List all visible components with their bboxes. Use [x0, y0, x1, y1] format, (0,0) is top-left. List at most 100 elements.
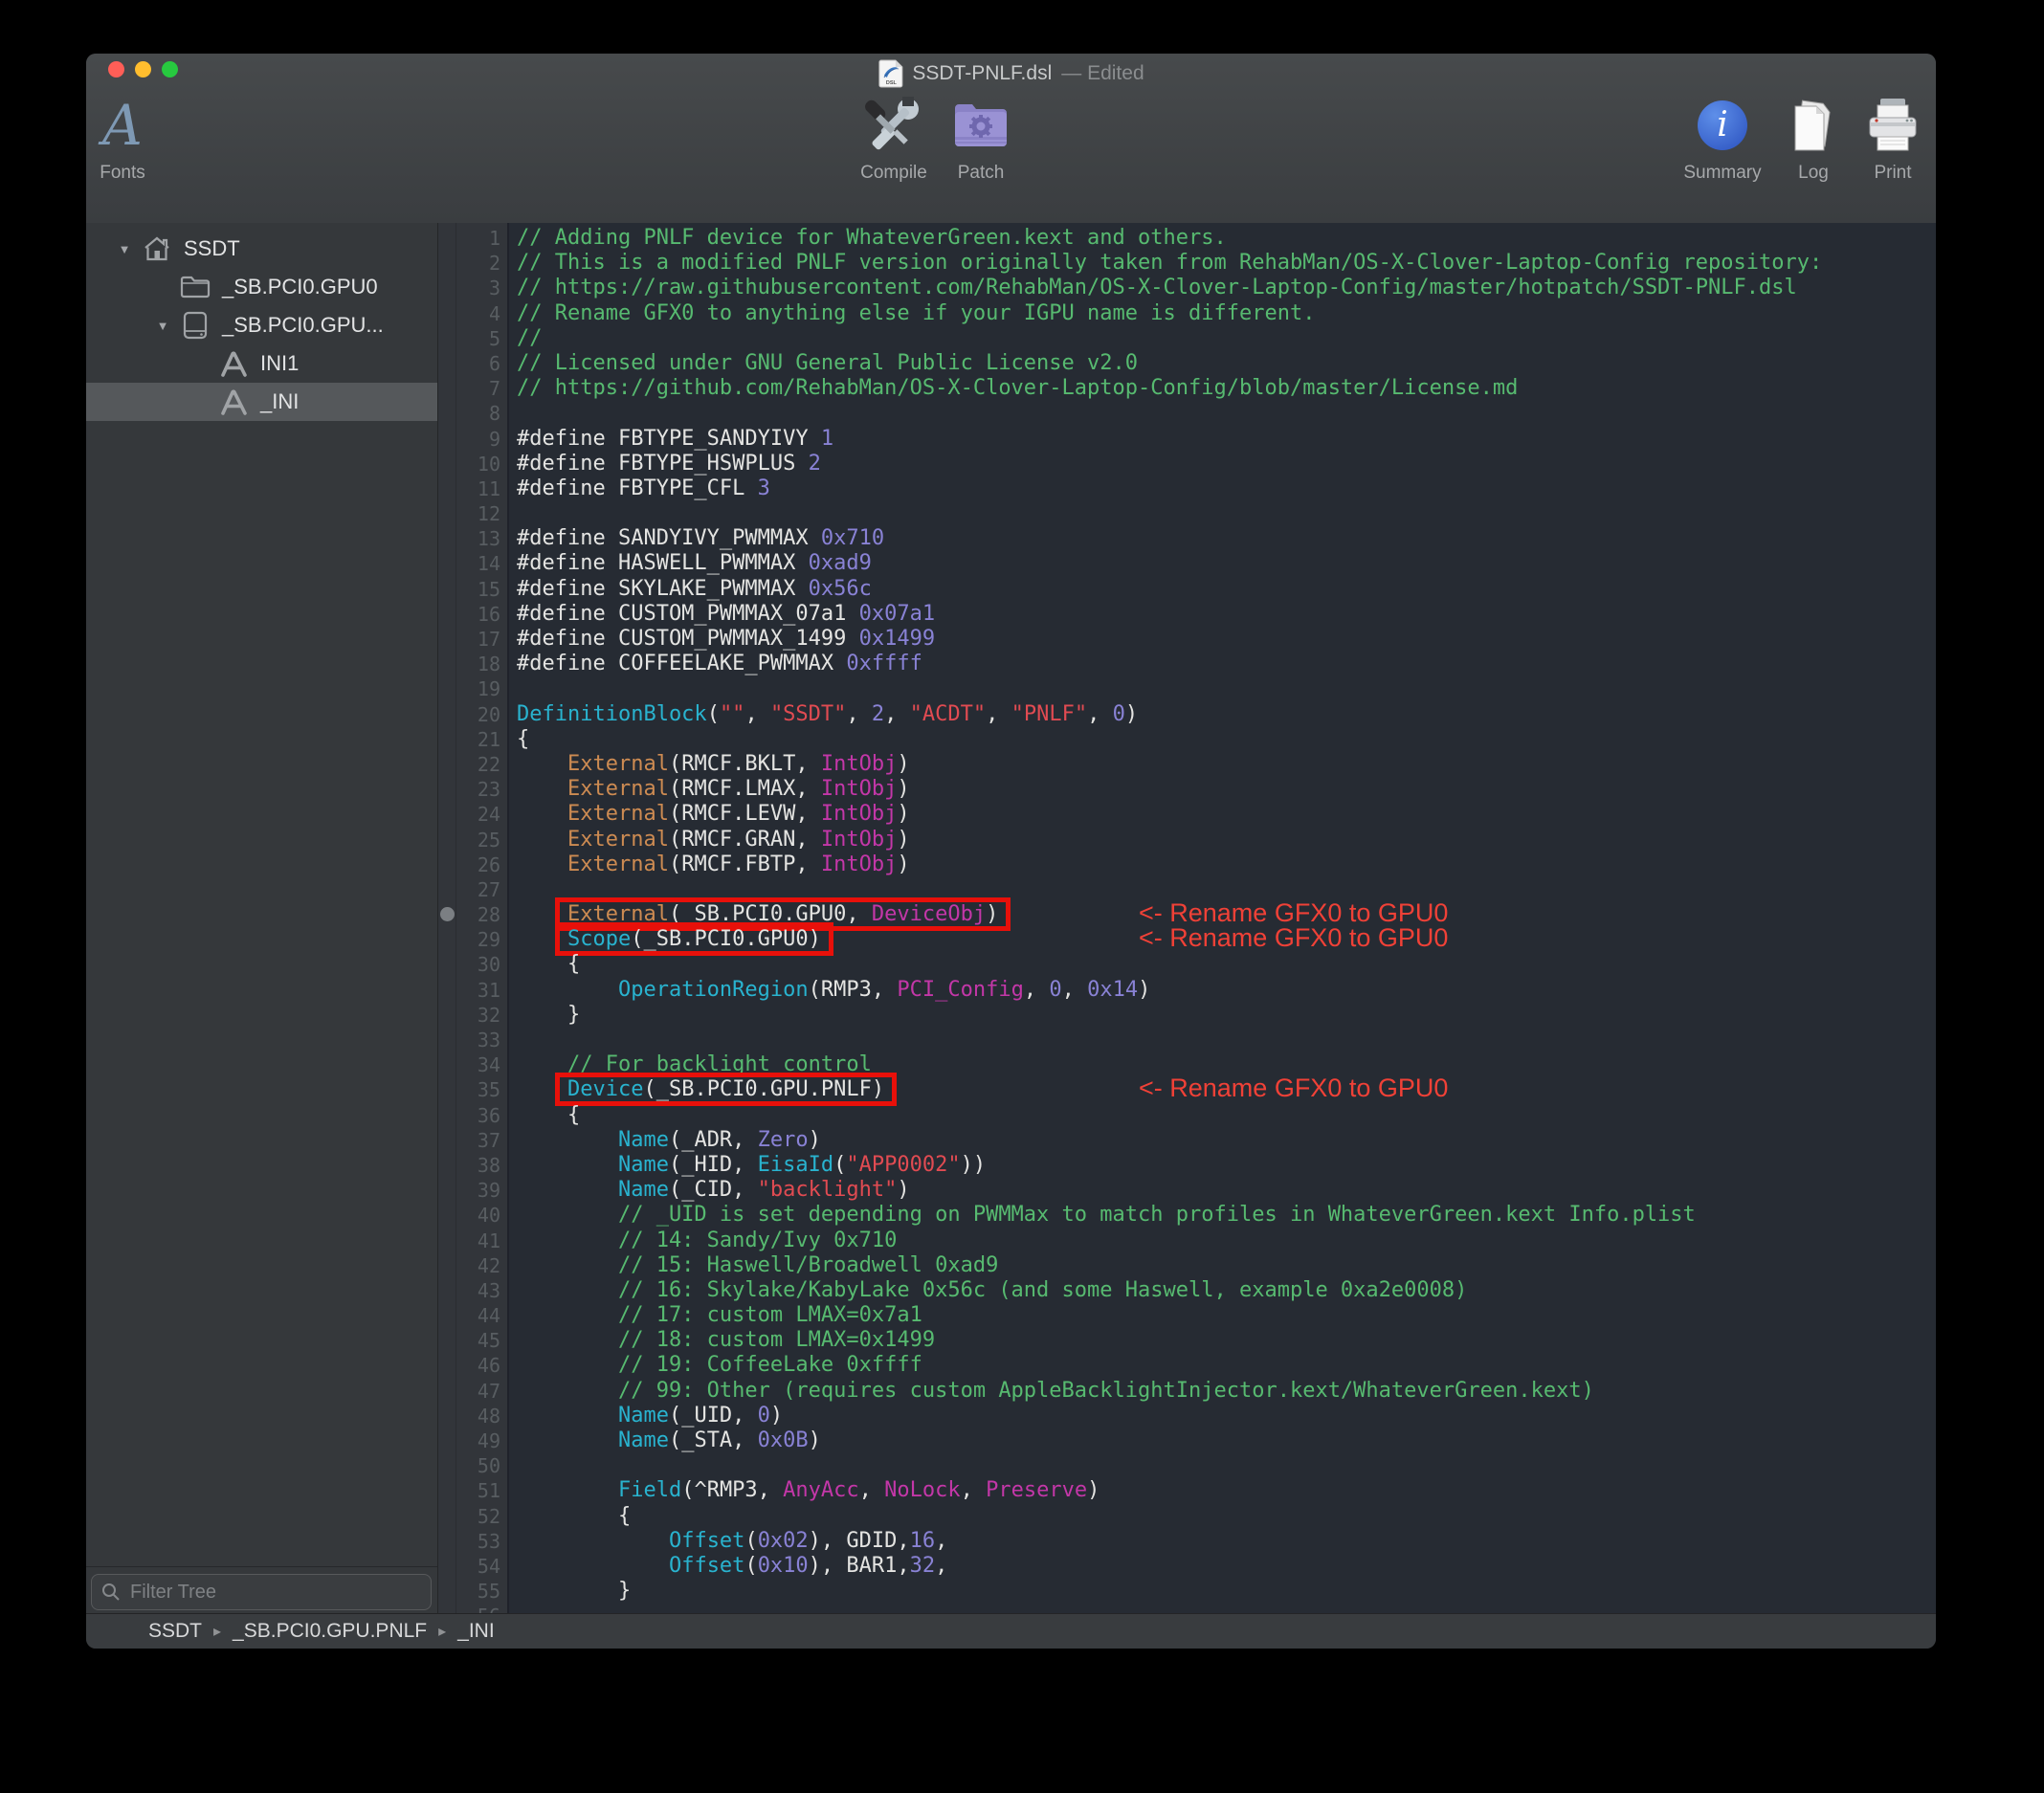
code-text[interactable]: // Adding PNLF device for WhateverGreen.… [509, 223, 1936, 1613]
code-line-25[interactable]: External(RMCF.GRAN, IntObj) [517, 828, 1936, 852]
navigator-sidebar: ▼ SSDT _SB.PCI0.GPU0 ▼ _SB.PCI0.GPU... INI1 _I… [86, 223, 438, 1613]
code-line-5[interactable]: // [517, 326, 1936, 351]
code-line-48[interactable]: Name(_UID, 0) [517, 1404, 1936, 1428]
breadcrumb-separator-icon: ▸ [213, 1624, 222, 1640]
code-line-49[interactable]: Name(_STA, 0x0B) [517, 1428, 1936, 1453]
zoom-button[interactable] [162, 61, 178, 77]
code-line-42[interactable]: // 15: Haswell/Broadwell 0xad9 [517, 1253, 1936, 1278]
code-line-50[interactable] [517, 1453, 1936, 1478]
code-line-11[interactable]: #define FBTYPE_CFL 3 [517, 476, 1936, 501]
code-line-23[interactable]: External(RMCF.LMAX, IntObj) [517, 777, 1936, 802]
code-line-33[interactable] [517, 1028, 1936, 1052]
code-editor[interactable]: 1 2 3 4 5 6 7 8 9 10 11 12 13 14 15 16 17 18 19 20 21 22 23 24 2… [438, 223, 1936, 1613]
tree-item--sb-pci0-gpu0[interactable]: _SB.PCI0.GPU0 [86, 268, 437, 306]
code-line-24[interactable]: External(RMCF.LEVW, IntObj) [517, 802, 1936, 827]
disclosure-triangle-icon[interactable]: ▼ [107, 242, 142, 256]
code-line-35[interactable]: Device(_SB.PCI0.GPU.PNLF) <- Rename GFX0 … [517, 1073, 1936, 1107]
code-line-22[interactable]: External(RMCF.BKLT, IntObj) [517, 752, 1936, 777]
close-button[interactable] [108, 61, 124, 77]
line-number: 28 [477, 903, 500, 927]
tree-item-label: _INI [260, 389, 300, 413]
line-number: 53 [477, 1529, 500, 1553]
code-line-38[interactable]: Name(_HID, EisaId("APP0002")) [517, 1153, 1936, 1178]
line-number: 25 [477, 828, 500, 852]
code-line-53[interactable]: Offset(0x02), GDID,16, [517, 1529, 1936, 1554]
fonts-button[interactable]: A Fonts [86, 94, 161, 184]
code-line-2[interactable]: // This is a modified PNLF version origi… [517, 251, 1936, 276]
code-line-16[interactable]: #define CUSTOM_PWMMAX_07a1 0x07a1 [517, 602, 1936, 627]
code-line-40[interactable]: // _UID is set depending on PWMMax to ma… [517, 1203, 1936, 1228]
filter-tree-input[interactable] [128, 1580, 421, 1605]
line-number: 40 [477, 1204, 500, 1228]
code-line-54[interactable]: Offset(0x10), BAR1,32, [517, 1554, 1936, 1579]
print-button[interactable]: Print [1840, 94, 1936, 184]
code-line-20[interactable]: DefinitionBlock("", "SSDT", 2, "ACDT", "… [517, 702, 1936, 727]
code-line-21[interactable]: { [517, 727, 1936, 752]
line-number: 44 [477, 1304, 500, 1328]
breadcrumb-item[interactable]: SSDT [148, 1620, 202, 1643]
code-line-13[interactable]: #define SANDYIVY_PWMMAX 0x710 [517, 526, 1936, 551]
title-filename: SSDT-PNLF.dsl [912, 62, 1053, 84]
code-line-19[interactable] [517, 676, 1936, 701]
device-icon [180, 310, 211, 341]
line-number: 41 [477, 1229, 500, 1252]
code-line-17[interactable]: #define CUSTOM_PWMMAX_1499 0x1499 [517, 627, 1936, 652]
code-line-32[interactable]: } [517, 1003, 1936, 1028]
code-line-10[interactable]: #define FBTYPE_HSWPLUS 2 [517, 452, 1936, 476]
code-line-43[interactable]: // 16: Skylake/KabyLake 0x56c (and some … [517, 1278, 1936, 1303]
breadcrumb-item[interactable]: _INI [457, 1620, 495, 1643]
code-line-44[interactable]: // 17: custom LMAX=0x7a1 [517, 1303, 1936, 1328]
code-line-4[interactable]: // Rename GFX0 to anything else if your … [517, 301, 1936, 326]
code-line-52[interactable]: { [517, 1504, 1936, 1529]
line-number: 5 [488, 326, 500, 350]
code-line-55[interactable]: } [517, 1579, 1936, 1604]
disclosure-triangle-icon[interactable]: ▼ [145, 319, 180, 333]
code-line-9[interactable]: #define FBTYPE_SANDYIVY 1 [517, 427, 1936, 452]
code-line-45[interactable]: // 18: custom LMAX=0x1499 [517, 1328, 1936, 1353]
code-line-26[interactable]: External(RMCF.FBTP, IntObj) [517, 852, 1936, 877]
patch-icon [951, 94, 1011, 157]
code-line-18[interactable]: #define COFFEELAKE_PWMMAX 0xffff [517, 652, 1936, 676]
line-number: 37 [477, 1128, 500, 1152]
code-line-6[interactable]: // Licensed under GNU General Public Lic… [517, 351, 1936, 376]
line-number: 13 [477, 527, 500, 551]
line-number: 16 [477, 602, 500, 626]
code-line-7[interactable]: // https://github.com/RehabMan/OS-X-Clov… [517, 376, 1936, 401]
tree-item-ssdt[interactable]: ▼ SSDT [86, 230, 437, 268]
code-line-3[interactable]: // https://raw.githubusercontent.com/Reh… [517, 276, 1936, 300]
code-line-37[interactable]: Name(_ADR, Zero) [517, 1128, 1936, 1153]
code-line-46[interactable]: // 19: CoffeeLake 0xffff [517, 1353, 1936, 1378]
tree-item-label: _SB.PCI0.GPU0 [222, 275, 378, 299]
code-line-8[interactable] [517, 401, 1936, 426]
tree-item-ini1[interactable]: INI1 [86, 344, 437, 383]
minimize-button[interactable] [135, 61, 151, 77]
summary-button[interactable]: i Summary [1670, 94, 1775, 184]
code-line-31[interactable]: OperationRegion(RMP3, PCI_Config, 0, 0x1… [517, 978, 1936, 1003]
code-line-51[interactable]: Field(^RMP3, AnyAcc, NoLock, Preserve) [517, 1478, 1936, 1503]
line-number-gutter: 1 2 3 4 5 6 7 8 9 10 11 12 13 14 15 16 17 18 19 20 21 22 23 24 2… [456, 223, 509, 1613]
breadcrumb-item[interactable]: _SB.PCI0.GPU.PNLF [233, 1620, 427, 1643]
code-line-12[interactable] [517, 501, 1936, 526]
line-number: 23 [477, 778, 500, 802]
code-line-14[interactable]: #define HASWELL_PWMMAX 0xad9 [517, 551, 1936, 576]
line-number: 26 [477, 852, 500, 876]
code-line-36[interactable]: { [517, 1103, 1936, 1128]
line-number: 10 [477, 452, 500, 476]
patch-button[interactable]: Patch [928, 94, 1033, 184]
code-line-39[interactable]: Name(_CID, "backlight") [517, 1178, 1936, 1203]
tree-item--sb-pci0-gpu-[interactable]: ▼ _SB.PCI0.GPU... [86, 306, 437, 344]
code-line-30[interactable]: { [517, 952, 1936, 977]
code-line-15[interactable]: #define SKYLAKE_PWMMAX 0x56c [517, 577, 1936, 602]
code-line-41[interactable]: // 14: Sandy/Ivy 0x710 [517, 1229, 1936, 1253]
line-number: 17 [477, 628, 500, 651]
filter-tree-box[interactable] [91, 1574, 432, 1610]
line-number: 30 [477, 953, 500, 977]
tree-item--ini[interactable]: _INI [86, 383, 437, 421]
code-line-1[interactable]: // Adding PNLF device for WhateverGreen.… [517, 226, 1936, 251]
code-line-47[interactable]: // 99: Other (requires custom AppleBackl… [517, 1379, 1936, 1404]
code-line-29[interactable]: Scope(_SB.PCI0.GPU0) <- Rename GFX0 to GP… [517, 922, 1936, 957]
line-number: 49 [477, 1429, 500, 1452]
home-icon [142, 233, 172, 264]
window-chrome: DSL SSDT-PNLF.dsl — Edited A Fonts Compi… [86, 54, 1936, 224]
code-line-56[interactable] [517, 1604, 1936, 1613]
